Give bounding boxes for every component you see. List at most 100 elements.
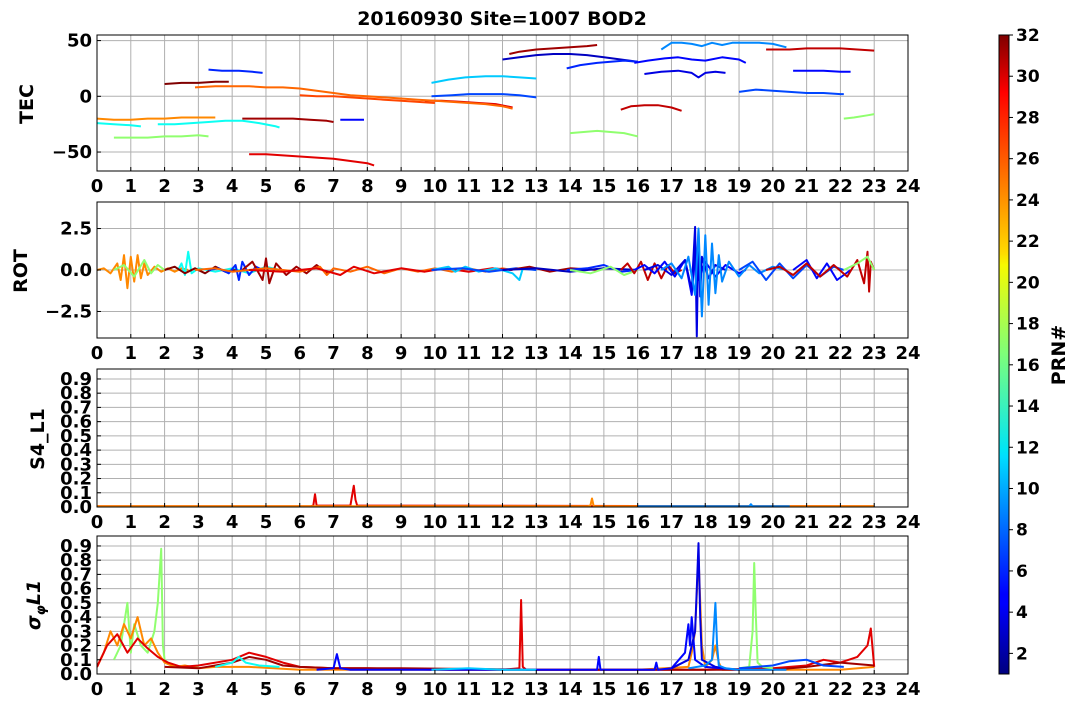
figure: 20160930 Site=1007 BOD2 0 1 2 3 4 5 6 7 8 9 10 11 12… — [10, 8, 1070, 700]
x-tick-label: 20 — [760, 512, 785, 533]
x-tick-label: 22 — [828, 512, 853, 533]
prn-7-line — [431, 93, 537, 99]
x-tick-label: 10 — [422, 343, 447, 364]
x-tick-label: 0 — [91, 176, 104, 197]
s4-panel: 0 1 2 3 4 5 6 7 8 9 10 11 12 13 14 15 16 17 18 19 20 21 22 23 24… — [60, 368, 921, 533]
x-tick-label: 24 — [895, 679, 920, 700]
x-tick-label: 15 — [591, 343, 616, 364]
x-tick-label: 16 — [625, 679, 650, 700]
x-tick-label: 0 — [91, 679, 104, 700]
x-tick-label: 15 — [591, 512, 616, 533]
x-tick-label: 7 — [327, 512, 340, 533]
prn-11-line — [431, 667, 537, 671]
x-tick-label: 9 — [395, 343, 408, 364]
y-tick-label: 50 — [67, 31, 92, 52]
x-tick-label: 24 — [895, 512, 920, 533]
y-tick-label: 2.5 — [60, 219, 92, 240]
colorbar-tick-label: 8 — [1016, 521, 1028, 541]
x-tick-label: 0 — [91, 512, 104, 533]
s4-series — [97, 484, 875, 507]
x-tick-label: 2 — [158, 343, 171, 364]
x-tick-label: 8 — [361, 679, 374, 700]
x-tick-label: 12 — [490, 512, 515, 533]
x-tick-label: 10 — [422, 512, 447, 533]
x-tick-label: 7 — [327, 176, 340, 197]
prn-31-line — [509, 44, 598, 55]
x-tick-label: 14 — [558, 679, 583, 700]
prn-7-line — [738, 88, 844, 96]
x-tick-label: 14 — [558, 176, 583, 197]
tec-series — [97, 41, 875, 167]
x-tick-label: 8 — [361, 176, 374, 197]
colorbar-tick-label: 2 — [1016, 644, 1028, 664]
colorbar-tick-label: 22 — [1016, 232, 1040, 252]
colorbar-tick-label: 4 — [1016, 603, 1028, 623]
prn-5-line — [793, 69, 851, 73]
colorbar-label: PRN# — [1048, 325, 1070, 385]
x-tick-label: 9 — [395, 512, 408, 533]
x-tick-label: 15 — [591, 679, 616, 700]
x-tick-label: 19 — [727, 512, 752, 533]
x-tick-label: 12 — [490, 679, 515, 700]
x-tick-label: 16 — [625, 176, 650, 197]
x-tick-label: 18 — [693, 512, 718, 533]
prn-13-line — [97, 122, 142, 128]
x-tick-label: 14 — [558, 343, 583, 364]
y-tick-label: −50 — [52, 142, 92, 163]
x-tick-label: 5 — [260, 679, 273, 700]
x-tick-label: 23 — [862, 512, 887, 533]
x-tick-label: 13 — [524, 512, 549, 533]
prn-24-line — [97, 254, 189, 290]
rot-series — [97, 225, 876, 338]
x-tick-label: 2 — [158, 512, 171, 533]
colorbar-tick-label: 12 — [1016, 438, 1040, 458]
rot-ylabel: ROT — [10, 249, 32, 293]
prn-colorbar: 2468101214161820222426283032 PRN# — [998, 26, 1070, 675]
colorbar-tick-label: 16 — [1016, 356, 1040, 376]
y-tick-label: 0.9 — [60, 369, 92, 390]
prn-13-line — [157, 119, 280, 129]
prn-9-line — [660, 41, 787, 51]
tec-grid — [96, 35, 909, 171]
colorbar-ticks: 2468101214161820222426283032 — [1009, 26, 1040, 664]
x-tick-label: 3 — [192, 512, 205, 533]
x-tick-label: 11 — [456, 512, 481, 533]
x-tick-label: 4 — [226, 176, 239, 197]
x-tick-label: 23 — [862, 679, 887, 700]
prn-17-line — [843, 113, 875, 120]
y-tick-label: 0.9 — [60, 536, 92, 557]
x-tick-label: 6 — [293, 176, 306, 197]
prn-4-line — [644, 225, 726, 338]
prn-30-line — [620, 104, 682, 112]
prn-24-line — [97, 116, 216, 121]
x-tick-label: 0 — [91, 343, 104, 364]
colorbar-tick-label: 28 — [1016, 108, 1040, 128]
prn-17-line — [738, 562, 773, 670]
y-tick-label: 0 — [79, 86, 92, 107]
x-tick-label: 18 — [693, 343, 718, 364]
x-tick-label: 8 — [361, 343, 374, 364]
x-tick-label: 1 — [125, 176, 138, 197]
colorbar-gradient — [999, 35, 1009, 674]
chart-title: 20160930 Site=1007 BOD2 — [357, 8, 647, 30]
x-tick-label: 21 — [794, 679, 819, 700]
colorbar-tick-label: 6 — [1016, 562, 1028, 582]
x-tick-label: 7 — [327, 343, 340, 364]
y-tick-label: −2.5 — [45, 301, 92, 322]
sigma-phi-series — [97, 542, 876, 671]
x-tick-label: 19 — [727, 176, 752, 197]
x-tick-label: 11 — [456, 343, 481, 364]
prn-30-line — [766, 47, 875, 52]
x-tick-label: 19 — [727, 679, 752, 700]
colorbar-tick-label: 20 — [1016, 273, 1040, 293]
colorbar-tick-label: 18 — [1016, 315, 1040, 335]
prn-4-line — [644, 69, 726, 79]
sigma-phi-panel: 0 1 2 3 4 5 6 7 8 9 10 11 12 13 14 15 16 17 18 19 20 21 22 23 24… — [60, 535, 921, 700]
x-tick-label: 3 — [192, 176, 205, 197]
x-tick-label: 20 — [760, 343, 785, 364]
x-tick-label: 10 — [422, 679, 447, 700]
x-tick-label: 5 — [260, 176, 273, 197]
x-tick-label: 5 — [260, 512, 273, 533]
prn-5-line — [316, 616, 740, 671]
x-tick-label: 6 — [293, 512, 306, 533]
